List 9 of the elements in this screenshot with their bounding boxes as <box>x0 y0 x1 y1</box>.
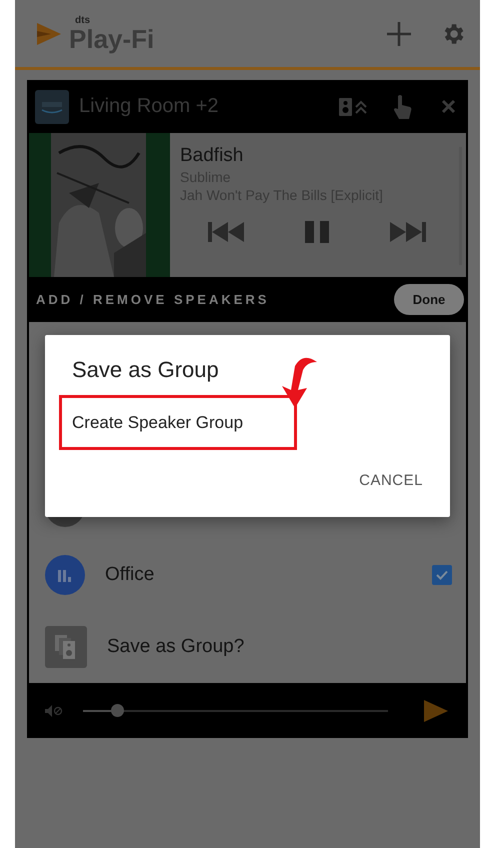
section-label: ADD / REMOVE SPEAKERS <box>36 292 270 307</box>
cancel-button[interactable]: CANCEL <box>359 472 423 489</box>
brand-small: dts <box>75 16 91 26</box>
create-group-option[interactable]: Create Speaker Group <box>72 412 244 432</box>
track-title: Badfish <box>180 145 244 167</box>
dialog-title: Save as Group <box>72 357 219 383</box>
done-button[interactable]: Done <box>394 284 464 315</box>
speaker-name[interactable]: Office <box>105 564 412 586</box>
save-group-option[interactable]: Save as Group? <box>107 636 452 658</box>
